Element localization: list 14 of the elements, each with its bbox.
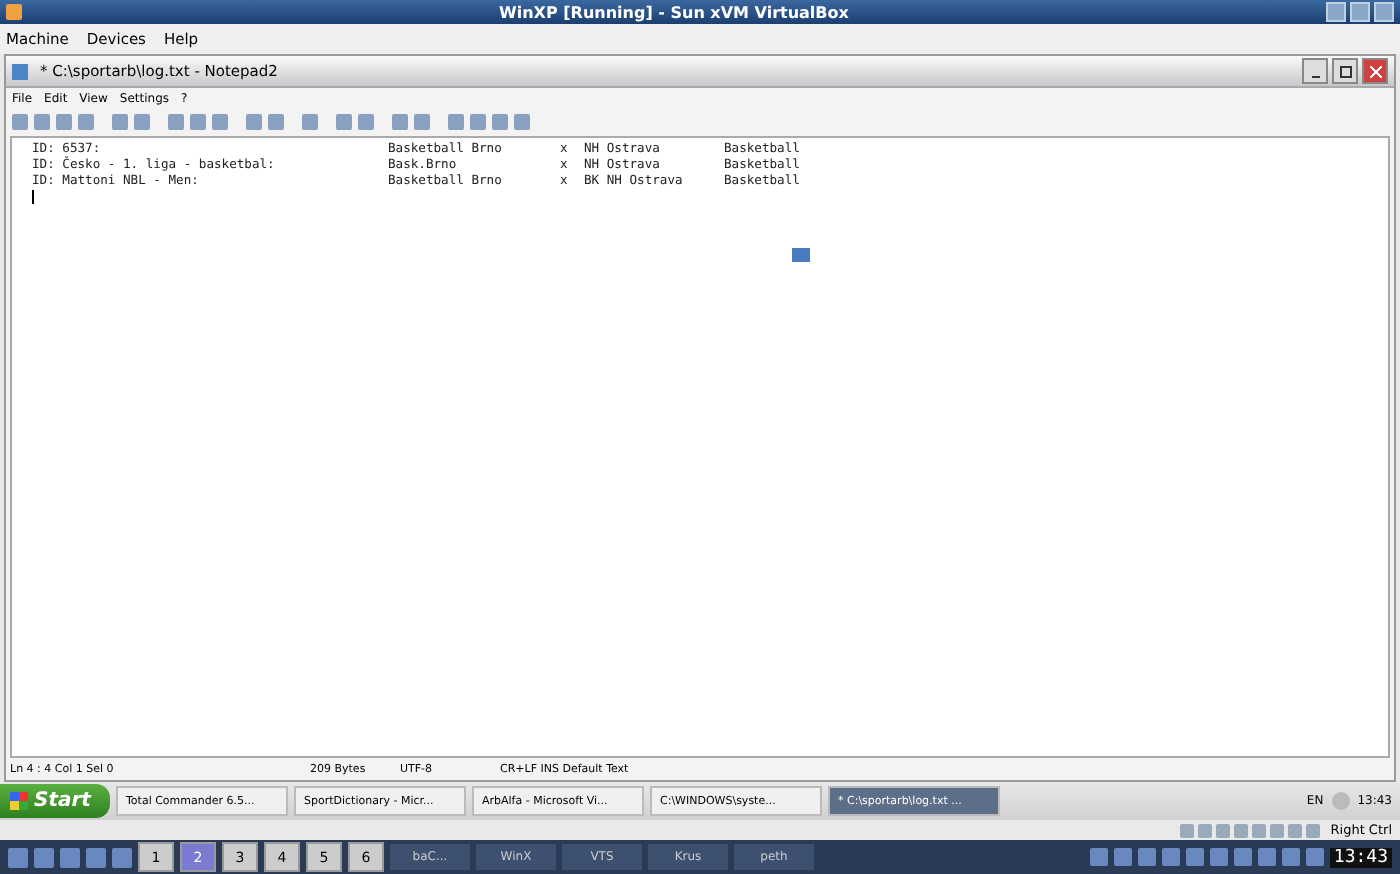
- restore-button[interactable]: [1332, 58, 1358, 84]
- minimize-button[interactable]: [1302, 58, 1328, 84]
- app-icon: [6, 4, 22, 20]
- windows-flag-icon: [10, 792, 28, 810]
- text-cursor: [32, 190, 34, 204]
- window-title: WinXP [Running] - Sun xVM VirtualBox: [497, 3, 851, 21]
- maximize-button[interactable]: [1350, 2, 1370, 22]
- start-button[interactable]: Start: [0, 784, 110, 818]
- close-button[interactable]: [1362, 58, 1388, 84]
- toolbar-icon[interactable]: [302, 114, 318, 130]
- window-icon: [792, 248, 810, 262]
- speaker-icon[interactable]: [1331, 792, 1350, 810]
- notepad-icon: [12, 63, 28, 79]
- clock: 13:43: [1329, 847, 1392, 867]
